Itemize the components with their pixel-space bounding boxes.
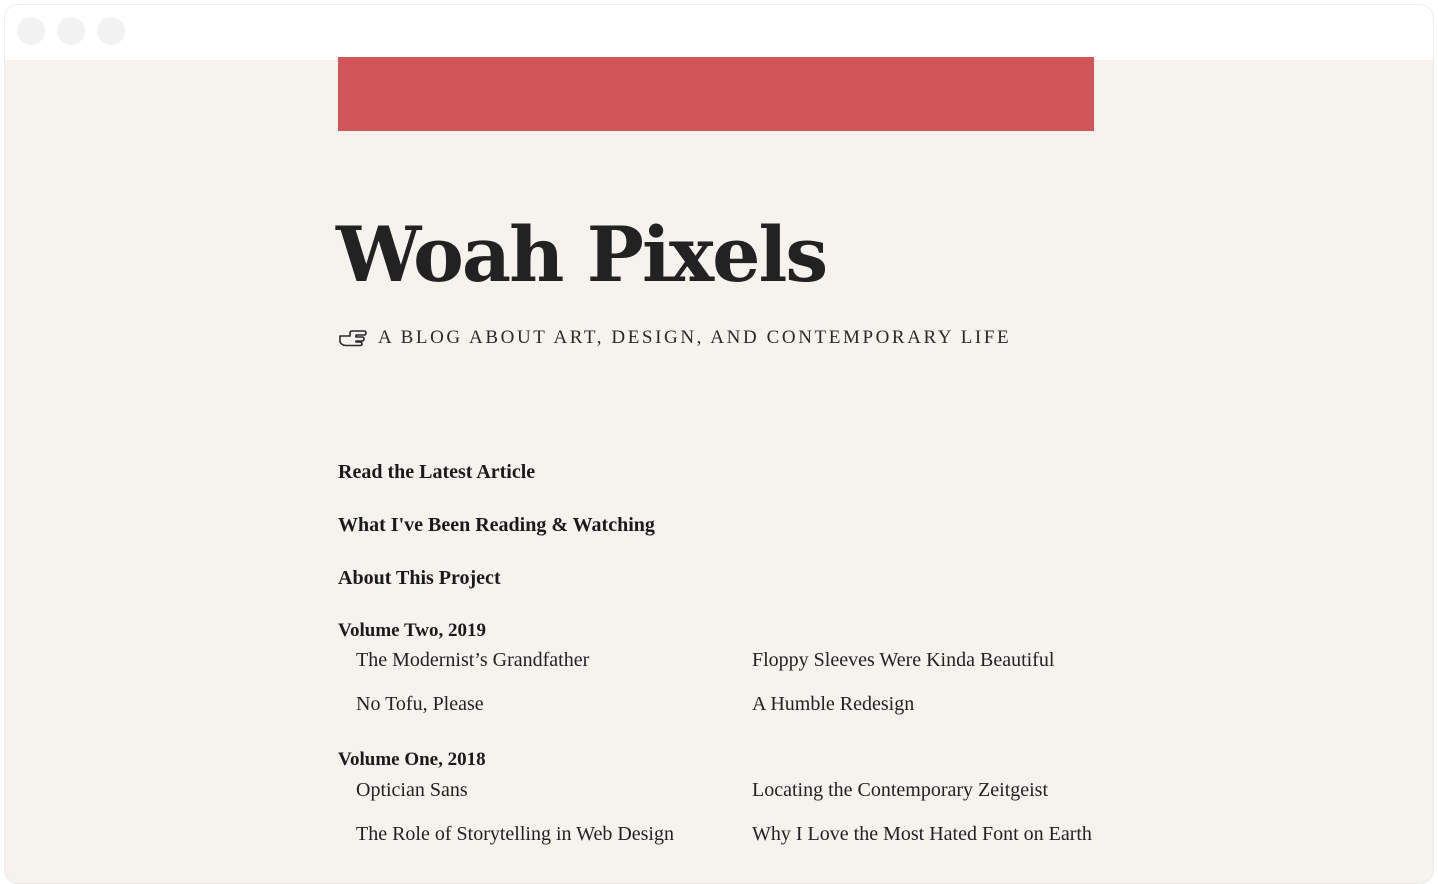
- header-banner: [338, 57, 1094, 131]
- browser-window: [4, 4, 1434, 884]
- volume-heading: Volume One, 2018: [338, 749, 486, 770]
- window-control-dot[interactable]: [17, 17, 45, 45]
- nav-reading-watching-link[interactable]: What I've Been Reading & Watching: [338, 514, 655, 537]
- article-link[interactable]: Floppy Sleeves Were Kinda Beautiful: [752, 649, 1054, 672]
- article-link[interactable]: A Humble Redesign: [752, 693, 914, 716]
- window-control-dot[interactable]: [97, 17, 125, 45]
- nav-latest-article-link[interactable]: Read the Latest Article: [338, 461, 535, 484]
- volume-heading: Volume Two, 2019: [338, 620, 486, 641]
- window-control-dot[interactable]: [57, 17, 85, 45]
- site-title: Woah Pixels: [336, 210, 828, 299]
- article-link[interactable]: The Role of Storytelling in Web Design: [356, 823, 674, 846]
- pointing-hand-icon: [338, 329, 368, 347]
- nav-about-project-link[interactable]: About This Project: [338, 567, 501, 590]
- article-link[interactable]: Locating the Contemporary Zeitgeist: [752, 779, 1048, 802]
- article-link[interactable]: No Tofu, Please: [356, 693, 484, 716]
- browser-title-bar: [5, 5, 1433, 60]
- article-link[interactable]: Optician Sans: [356, 779, 468, 802]
- article-link[interactable]: The Modernist’s Grandfather: [356, 649, 589, 672]
- tagline-text: A BLOG ABOUT ART, DESIGN, AND CONTEMPORA…: [378, 327, 1012, 348]
- site-tagline: A BLOG ABOUT ART, DESIGN, AND CONTEMPORA…: [338, 327, 1011, 349]
- article-link[interactable]: Why I Love the Most Hated Font on Earth: [752, 823, 1092, 846]
